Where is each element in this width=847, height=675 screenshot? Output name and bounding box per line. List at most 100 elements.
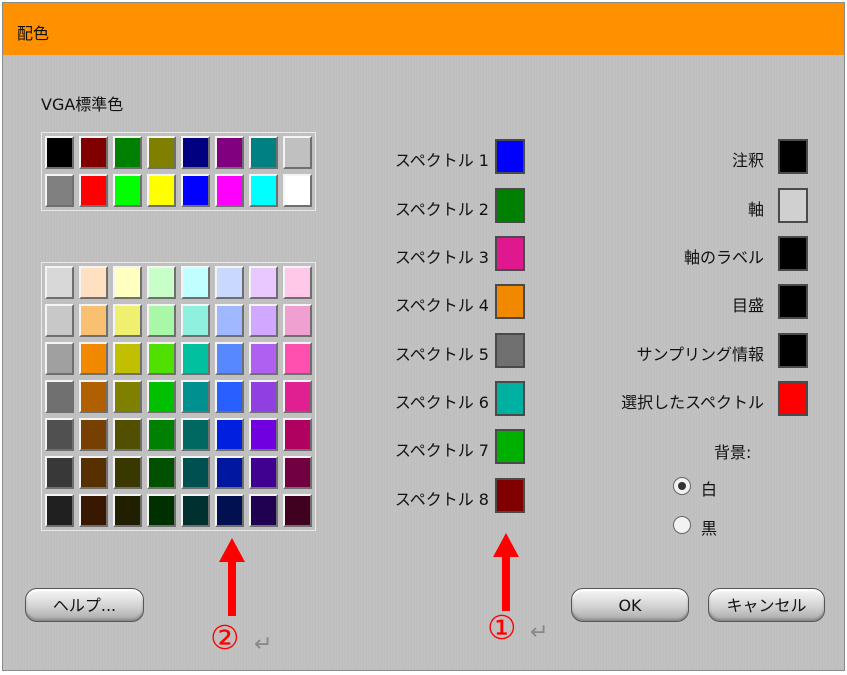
palette-color-swatch[interactable] <box>249 456 278 489</box>
palette-color-swatch[interactable] <box>45 304 74 337</box>
palette-color-swatch[interactable] <box>249 342 278 375</box>
spectrum-label: スペクトル 6 <box>394 393 489 412</box>
palette-color-swatch[interactable] <box>181 494 210 527</box>
spectrum-color-swatch[interactable] <box>495 381 525 416</box>
palette-color-swatch[interactable] <box>181 456 210 489</box>
element-color-swatch[interactable] <box>778 284 808 319</box>
standard-color-swatch[interactable] <box>283 136 312 169</box>
palette-color-swatch[interactable] <box>215 494 244 527</box>
palette-color-swatch[interactable] <box>215 342 244 375</box>
palette-color-swatch[interactable] <box>79 304 108 337</box>
standard-color-swatch[interactable] <box>215 174 244 207</box>
standard-color-swatch[interactable] <box>147 174 176 207</box>
palette-color-swatch[interactable] <box>283 418 312 451</box>
palette-color-swatch[interactable] <box>45 494 74 527</box>
standard-color-swatch[interactable] <box>147 136 176 169</box>
spectrum-color-swatch[interactable] <box>495 139 525 174</box>
spectrum-label: スペクトル 5 <box>394 345 489 364</box>
palette-color-swatch[interactable] <box>215 304 244 337</box>
palette-color-swatch[interactable] <box>283 494 312 527</box>
palette-color-swatch[interactable] <box>215 266 244 299</box>
palette-color-swatch[interactable] <box>113 304 142 337</box>
palette-color-swatch[interactable] <box>147 418 176 451</box>
background-white-label: 白 <box>701 480 718 499</box>
palette-color-swatch[interactable] <box>215 456 244 489</box>
spectrum-color-swatch[interactable] <box>495 284 525 319</box>
element-color-swatch[interactable] <box>778 381 808 416</box>
standard-color-swatch[interactable] <box>215 136 244 169</box>
palette-color-swatch[interactable] <box>249 304 278 337</box>
palette-color-swatch[interactable] <box>113 342 142 375</box>
cancel-button[interactable]: キャンセル <box>708 588 825 622</box>
element-color-swatch[interactable] <box>778 188 808 223</box>
palette-color-swatch[interactable] <box>181 380 210 413</box>
standard-color-swatch[interactable] <box>249 136 278 169</box>
palette-color-swatch[interactable] <box>113 266 142 299</box>
palette-color-swatch[interactable] <box>147 380 176 413</box>
palette-color-swatch[interactable] <box>249 380 278 413</box>
palette-color-swatch[interactable] <box>113 456 142 489</box>
standard-color-swatch[interactable] <box>79 174 108 207</box>
spectrum-color-swatch[interactable] <box>495 333 525 368</box>
spectrum-color-swatch[interactable] <box>495 478 525 513</box>
palette-color-swatch[interactable] <box>249 418 278 451</box>
palette-color-swatch[interactable] <box>147 266 176 299</box>
palette-color-swatch[interactable] <box>45 342 74 375</box>
element-color-swatch[interactable] <box>778 236 808 271</box>
radio-button-black[interactable] <box>673 516 691 534</box>
palette-color-swatch[interactable] <box>113 418 142 451</box>
palette-color-swatch[interactable] <box>45 456 74 489</box>
standard-color-swatch[interactable] <box>249 174 278 207</box>
palette-color-swatch[interactable] <box>79 456 108 489</box>
standard-color-swatch[interactable] <box>113 136 142 169</box>
palette-color-swatch[interactable] <box>79 266 108 299</box>
element-color-swatch[interactable] <box>778 139 808 174</box>
palette-color-swatch[interactable] <box>181 418 210 451</box>
palette-color-swatch[interactable] <box>283 380 312 413</box>
spectrum-label: スペクトル 8 <box>394 490 489 509</box>
element-label: サンプリング情報 <box>636 345 764 364</box>
palette-color-swatch[interactable] <box>283 266 312 299</box>
palette-color-swatch[interactable] <box>45 266 74 299</box>
window-title: 配色 <box>17 24 50 43</box>
palette-color-swatch[interactable] <box>147 304 176 337</box>
standard-color-swatch[interactable] <box>181 136 210 169</box>
palette-color-swatch[interactable] <box>79 380 108 413</box>
radio-button-white[interactable] <box>673 477 691 495</box>
palette-color-swatch[interactable] <box>147 494 176 527</box>
element-row: 選択したスペクトル <box>568 381 808 419</box>
palette-color-swatch[interactable] <box>249 494 278 527</box>
standard-color-swatch[interactable] <box>79 136 108 169</box>
standard-color-swatch[interactable] <box>181 174 210 207</box>
palette-color-swatch[interactable] <box>79 342 108 375</box>
standard-color-swatch[interactable] <box>283 174 312 207</box>
element-color-swatch[interactable] <box>778 333 808 368</box>
palette-color-swatch[interactable] <box>283 304 312 337</box>
spectrum-color-swatch[interactable] <box>495 236 525 271</box>
palette-color-swatch[interactable] <box>79 418 108 451</box>
spectrum-label: スペクトル 7 <box>394 441 489 460</box>
palette-color-swatch[interactable] <box>113 494 142 527</box>
palette-color-swatch[interactable] <box>215 380 244 413</box>
spectrum-color-swatch[interactable] <box>495 188 525 223</box>
ok-button[interactable]: OK <box>571 588 689 622</box>
palette-color-swatch[interactable] <box>147 342 176 375</box>
palette-color-swatch[interactable] <box>45 418 74 451</box>
palette-color-swatch[interactable] <box>249 266 278 299</box>
palette-color-swatch[interactable] <box>283 342 312 375</box>
palette-color-swatch[interactable] <box>79 494 108 527</box>
spectrum-row-1: スペクトル 1 <box>375 139 535 177</box>
standard-color-swatch[interactable] <box>113 174 142 207</box>
palette-color-swatch[interactable] <box>181 304 210 337</box>
palette-color-swatch[interactable] <box>147 456 176 489</box>
palette-color-swatch[interactable] <box>215 418 244 451</box>
standard-color-swatch[interactable] <box>45 174 74 207</box>
palette-color-swatch[interactable] <box>283 456 312 489</box>
palette-color-swatch[interactable] <box>181 266 210 299</box>
help-button[interactable]: ヘルプ... <box>25 588 144 622</box>
spectrum-color-swatch[interactable] <box>495 429 525 464</box>
palette-color-swatch[interactable] <box>181 342 210 375</box>
palette-color-swatch[interactable] <box>45 380 74 413</box>
standard-color-swatch[interactable] <box>45 136 74 169</box>
palette-color-swatch[interactable] <box>113 380 142 413</box>
